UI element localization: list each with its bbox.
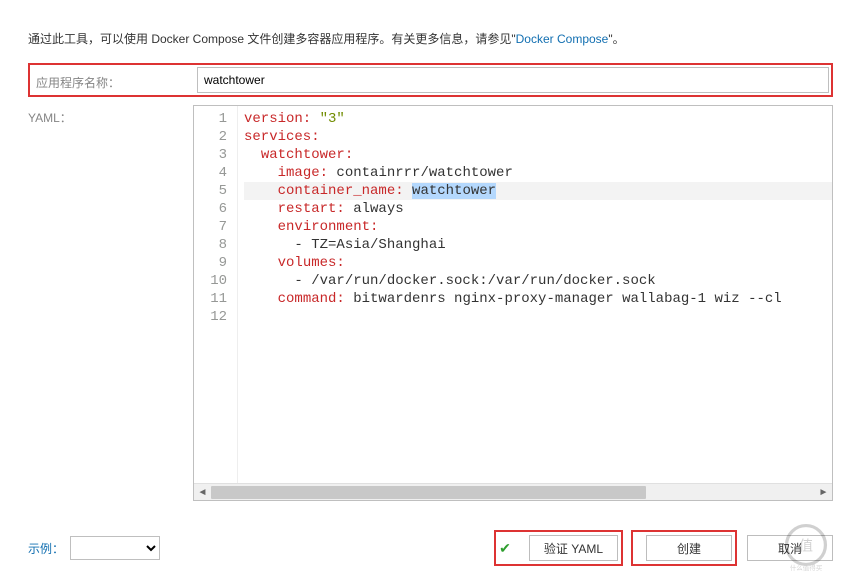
- editor-gutter: 123456789101112: [194, 106, 238, 483]
- scroll-left-icon[interactable]: ◄: [194, 484, 211, 501]
- code-line[interactable]: environment:: [244, 218, 832, 236]
- cancel-button[interactable]: 取消: [747, 535, 833, 561]
- app-name-label: 应用程序名称：: [32, 70, 197, 91]
- horizontal-scrollbar[interactable]: ◄ ►: [194, 483, 832, 500]
- line-number: 4: [194, 164, 227, 182]
- code-line[interactable]: - /var/run/docker.sock:/var/run/docker.s…: [244, 272, 832, 290]
- code-line[interactable]: restart: always: [244, 200, 832, 218]
- line-number: 8: [194, 236, 227, 254]
- code-line[interactable]: container_name: watchtower: [244, 182, 832, 200]
- code-line[interactable]: [244, 308, 832, 326]
- scroll-track[interactable]: [211, 484, 815, 500]
- editor-code[interactable]: version: "3"services: watchtower: image:…: [238, 106, 832, 483]
- docker-compose-link[interactable]: Docker Compose: [516, 32, 609, 46]
- yaml-editor[interactable]: 123456789101112 version: "3"services: wa…: [193, 105, 833, 501]
- line-number: 12: [194, 308, 227, 326]
- line-number: 11: [194, 290, 227, 308]
- line-number: 5: [194, 182, 227, 200]
- line-number: 6: [194, 200, 227, 218]
- code-line[interactable]: image: containrrr/watchtower: [244, 164, 832, 182]
- check-icon: ✔: [499, 540, 511, 557]
- app-name-input[interactable]: [197, 67, 829, 93]
- line-number: 9: [194, 254, 227, 272]
- example-select[interactable]: [70, 536, 160, 560]
- scroll-thumb[interactable]: [211, 486, 646, 499]
- line-number: 2: [194, 128, 227, 146]
- code-line[interactable]: version: "3": [244, 110, 832, 128]
- line-number: 3: [194, 146, 227, 164]
- line-number: 1: [194, 110, 227, 128]
- example-label: 示例：: [28, 540, 64, 557]
- code-line[interactable]: command: bitwardenrs nginx-proxy-manager…: [244, 290, 832, 308]
- intro-suffix: "。: [608, 32, 624, 46]
- code-line[interactable]: watchtower:: [244, 146, 832, 164]
- code-line[interactable]: services:: [244, 128, 832, 146]
- line-number: 7: [194, 218, 227, 236]
- yaml-label: YAML：: [28, 105, 193, 501]
- intro-text: 通过此工具，可以使用 Docker Compose 文件创建多容器应用程序。有关…: [28, 30, 833, 47]
- intro-prefix: 通过此工具，可以使用 Docker Compose 文件创建多容器应用程序。有关…: [28, 32, 516, 46]
- code-line[interactable]: - TZ=Asia/Shanghai: [244, 236, 832, 254]
- line-number: 10: [194, 272, 227, 290]
- create-button[interactable]: 创建: [646, 535, 732, 561]
- validate-yaml-button[interactable]: 验证 YAML: [529, 535, 618, 561]
- scroll-right-icon[interactable]: ►: [815, 484, 832, 501]
- code-line[interactable]: volumes:: [244, 254, 832, 272]
